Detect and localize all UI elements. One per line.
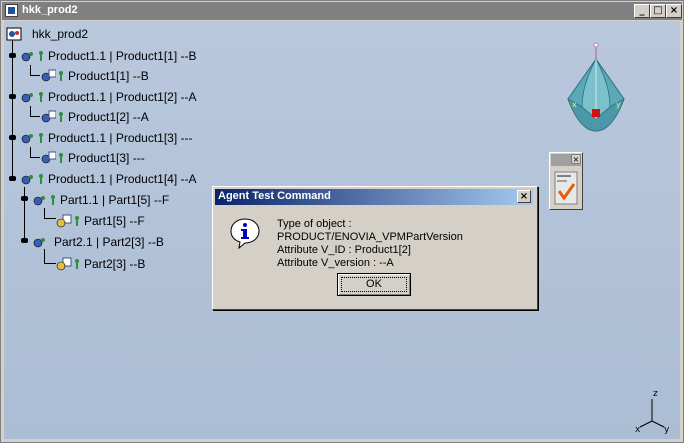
- app-icon: [5, 4, 18, 17]
- product-reference-icon: [40, 69, 56, 83]
- tree-node-product1-3-ref[interactable]: Product1[3] ---: [40, 149, 145, 167]
- product-icon: [20, 90, 36, 104]
- key-icon: [58, 151, 66, 165]
- dialog-close-button[interactable]: ×: [517, 190, 531, 203]
- axis-x-label: x: [635, 425, 641, 435]
- tree-node-part1-5[interactable]: Part1[5] --F: [56, 212, 145, 230]
- maximize-button[interactable]: □: [650, 4, 666, 18]
- svg-text:y: y: [616, 100, 621, 109]
- dialog-title: Agent Test Command: [218, 190, 331, 202]
- key-icon: [38, 172, 46, 186]
- tree-node-label: Product1.1 | Product1[3] ---: [48, 131, 193, 145]
- tree-root-label: hkk_prod2: [32, 27, 89, 41]
- key-icon: [38, 90, 46, 104]
- message-line-vid: Attribute V_ID : Product1[2]: [277, 244, 411, 256]
- key-icon: [50, 193, 58, 207]
- product-icon: [20, 49, 36, 63]
- axis-triad: z x y: [632, 389, 672, 435]
- key-icon: [58, 110, 66, 124]
- part-instance-icon: [32, 235, 48, 249]
- window-title: hkk_prod2: [22, 4, 78, 16]
- tree-node-label: Product1[3] ---: [68, 151, 145, 165]
- ok-button[interactable]: OK: [337, 273, 411, 296]
- tree-node-label: Part1[5] --F: [84, 214, 145, 228]
- dialog-message: Type of object : PRODUCT/ENOVIA_VPMPartV…: [277, 218, 537, 270]
- tree-node-part2-3[interactable]: Part2[3] --B: [56, 255, 145, 273]
- tree-node-label: Part2.1 | Part2[3] --B: [54, 235, 164, 249]
- key-icon: [38, 131, 46, 145]
- product-reference-icon: [40, 151, 56, 165]
- key-icon: [58, 69, 66, 83]
- part-icon: [56, 214, 72, 228]
- dialog-titlebar[interactable]: Agent Test Command ×: [215, 189, 533, 205]
- part-icon: [56, 257, 72, 271]
- tree-node-label: Product1.1 | Product1[1] --B: [48, 49, 197, 63]
- tree-node-label: Product1[2] --A: [68, 110, 149, 124]
- tree-root[interactable]: hkk_prod2: [6, 25, 88, 43]
- tree-node-product1-2[interactable]: Product1.1 | Product1[2] --A: [20, 88, 197, 106]
- checkmark-tool-icon[interactable]: [554, 171, 578, 205]
- tree-node-label: Part2[3] --B: [84, 257, 146, 271]
- minimize-button[interactable]: _: [634, 4, 650, 18]
- svg-text:x: x: [572, 100, 577, 109]
- tree-node-part2-1[interactable]: Part2.1 | Part2[3] --B: [32, 233, 164, 251]
- message-line-type: Type of object : PRODUCT/ENOVIA_VPMPartV…: [277, 218, 463, 243]
- toolbar-close-button[interactable]: ×: [571, 154, 581, 164]
- key-icon: [74, 214, 82, 228]
- product-icon: [20, 172, 36, 186]
- tree-node-product1-1[interactable]: Product1.1 | Product1[1] --B: [20, 47, 197, 65]
- window-titlebar[interactable]: hkk_prod2 _ □ ×: [2, 2, 682, 20]
- key-icon: [74, 257, 82, 271]
- tree-node-product1-2-ref[interactable]: Product1[2] --A: [40, 108, 149, 126]
- tree-node-part1-1[interactable]: Part1.1 | Part1[5] --F: [32, 191, 169, 209]
- tree-node-product1-4[interactable]: Product1.1 | Product1[4] --A: [20, 170, 197, 188]
- floating-toolbar[interactable]: ×: [549, 152, 583, 210]
- tree-node-product1-3[interactable]: Product1.1 | Product1[3] ---: [20, 129, 193, 147]
- agent-test-command-dialog: Agent Test Command × Type of object : PR…: [212, 186, 538, 310]
- message-line-version: Attribute V_version : --A: [277, 257, 394, 269]
- tree-node-label: Product1[1] --B: [68, 69, 149, 83]
- axis-z-label: z: [653, 389, 658, 399]
- tree-node-label: Product1.1 | Product1[2] --A: [48, 90, 197, 104]
- tree-node-label: Product1.1 | Product1[4] --A: [48, 172, 197, 186]
- tree-node-label: Part1.1 | Part1[5] --F: [60, 193, 170, 207]
- product-reference-icon: [40, 110, 56, 124]
- product-icon: [20, 131, 36, 145]
- info-icon: [229, 217, 261, 250]
- compass-icon[interactable]: x y: [560, 41, 632, 141]
- key-icon: [38, 49, 46, 63]
- axis-y-label: y: [664, 425, 670, 435]
- part-instance-icon: [32, 193, 48, 207]
- close-button[interactable]: ×: [666, 4, 682, 18]
- root-product-icon: [6, 27, 22, 41]
- tree-node-product1-1-ref[interactable]: Product1[1] --B: [40, 67, 149, 85]
